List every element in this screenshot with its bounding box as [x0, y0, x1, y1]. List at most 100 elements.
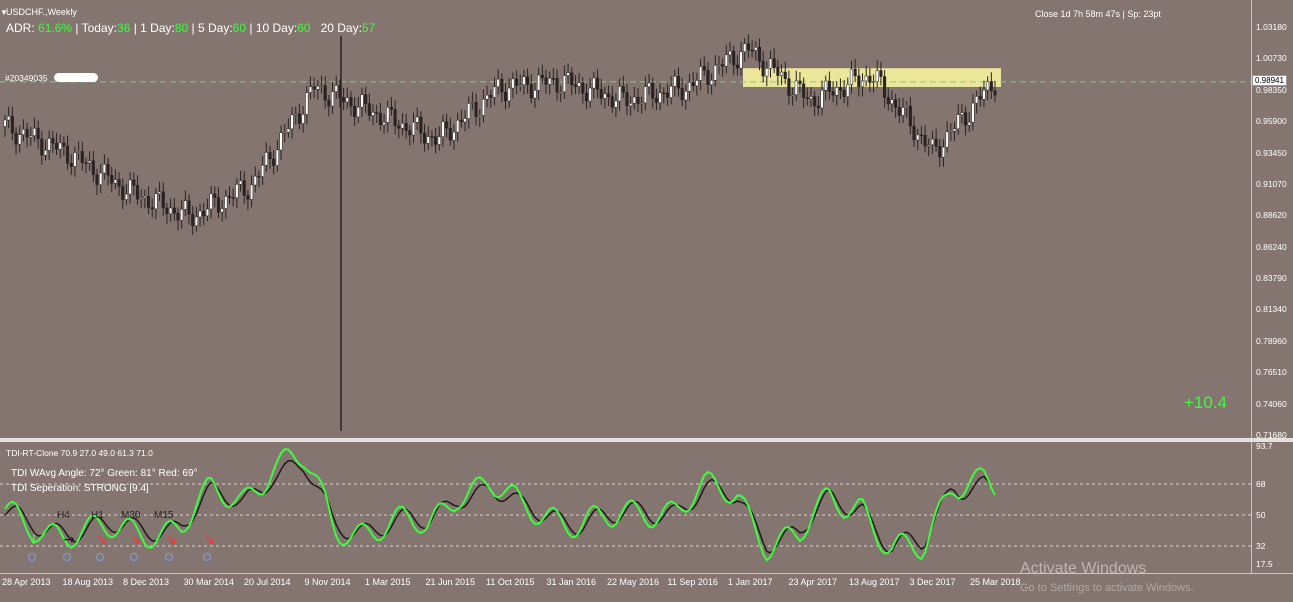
candle-bear: [735, 64, 739, 69]
candle-bull: [603, 93, 607, 99]
candle-bull: [415, 116, 419, 123]
indicator-axis-label: 17.5: [1256, 559, 1273, 569]
time-axis-label: 28 Apr 2013: [2, 577, 51, 587]
time-axis-label: 20 Jul 2014: [244, 577, 291, 587]
candle-bear: [761, 61, 765, 77]
candle-bull: [183, 200, 187, 210]
timeframe-arrow-icon: ↓: [28, 532, 40, 548]
time-axis-label: 3 Dec 2017: [909, 577, 956, 587]
candle-bull: [99, 172, 103, 185]
candle-bear: [51, 138, 55, 144]
pips-readout: +10.4: [1184, 393, 1228, 412]
candle-bull: [765, 68, 769, 77]
candle-bull: [710, 80, 714, 85]
timeframe-arrow-icon: ↘: [165, 532, 177, 548]
candle-bull: [986, 81, 990, 91]
candle-bear: [176, 212, 180, 221]
candle-bull: [492, 86, 497, 98]
candle-bear: [783, 71, 787, 79]
candle-bear: [434, 136, 438, 145]
price-axis-label: 1.03180: [1256, 22, 1287, 32]
candle-bear: [14, 132, 18, 145]
candle-bear: [353, 105, 357, 118]
timeframe-status-dot: [202, 552, 212, 562]
timeframe-arrow-icon: ↘: [130, 532, 142, 548]
candle-bull: [286, 128, 290, 133]
candle-bull: [518, 84, 522, 86]
candle-bear: [272, 158, 276, 166]
candle-bear: [750, 49, 754, 52]
candle-bull: [809, 96, 813, 99]
candle-bear: [886, 97, 890, 105]
candle-bear: [621, 86, 625, 93]
timeframe-m30: M30: [121, 510, 141, 521]
candle-bull: [205, 208, 209, 217]
candle-bull: [779, 71, 784, 76]
candle-bull: [548, 78, 552, 85]
candle-bull: [872, 81, 876, 83]
indicator-axis-label: 68: [1256, 479, 1266, 489]
candle-bear: [868, 75, 872, 83]
candle-bull: [930, 138, 934, 146]
candle-bull: [713, 65, 717, 81]
candle-bull: [875, 70, 879, 82]
candle-bear: [680, 87, 684, 101]
candle-bull: [143, 196, 147, 199]
candle-bull: [102, 164, 106, 174]
candle-bull: [695, 80, 699, 87]
candle-bull: [754, 46, 758, 51]
candle-bull: [128, 179, 132, 195]
candle-bull: [916, 134, 920, 141]
time-axis-label: 1 Jan 2017: [728, 577, 773, 587]
candle-bear: [25, 129, 29, 138]
candle-bull: [77, 151, 81, 153]
price-axis-label: 0.74060: [1256, 398, 1287, 409]
candle-bear: [80, 151, 84, 163]
candle-bear: [625, 92, 629, 107]
candle-bear: [474, 102, 478, 117]
time-axis-label: 25 Mar 2018: [970, 577, 1021, 587]
candle-bear: [993, 90, 997, 96]
price-axis-label: 0.95900: [1256, 116, 1287, 127]
candle-bull: [463, 118, 467, 123]
candle-bull: [467, 103, 471, 119]
candle-bear: [36, 127, 40, 140]
candle-bear: [584, 92, 589, 102]
candle-bull: [253, 175, 257, 186]
candle-bear: [146, 196, 151, 208]
price-axis-label: 0.71680: [1256, 430, 1287, 440]
candle-bull: [330, 91, 335, 107]
candle-bull: [739, 51, 743, 69]
candle-bear: [842, 89, 846, 97]
candle-bull: [743, 43, 747, 52]
candle-bull: [360, 94, 364, 108]
candle-bear: [838, 87, 842, 91]
price-axis-label: 0.78960: [1256, 335, 1287, 346]
candle-bull: [3, 119, 7, 127]
candle-bear: [919, 134, 923, 137]
candle-bear: [66, 145, 70, 164]
today-value: 36: [116, 21, 131, 35]
candle-bear: [515, 78, 519, 86]
candle-bear: [489, 94, 493, 98]
candle-bear: [540, 74, 544, 79]
time-axis-label: 11 Oct 2015: [486, 577, 535, 587]
candle-bull: [559, 91, 563, 94]
tdi-separation-text: TDI Seperation: STRONG [9.4]: [11, 483, 149, 494]
candle-bear: [393, 109, 397, 127]
candle-bear: [202, 210, 206, 217]
timeframe-h4: H4: [57, 510, 70, 521]
candle-bull: [846, 84, 850, 97]
candle-bull: [261, 165, 265, 177]
indicator-axis-label: 93.7: [1256, 441, 1273, 451]
candle-bull: [235, 184, 239, 199]
candle-bear: [551, 78, 555, 80]
candle-bull: [301, 114, 305, 124]
candle-bear: [978, 96, 982, 100]
day20-label: 20 Day:: [320, 21, 362, 35]
candle-bull: [967, 121, 971, 126]
candle-bull: [949, 130, 953, 133]
candle-bear: [246, 195, 250, 200]
candle-bear: [121, 185, 125, 200]
tdi-angle-text: TDI WAvg Angle: 72° Green: 81° Red: 69°: [11, 468, 198, 479]
